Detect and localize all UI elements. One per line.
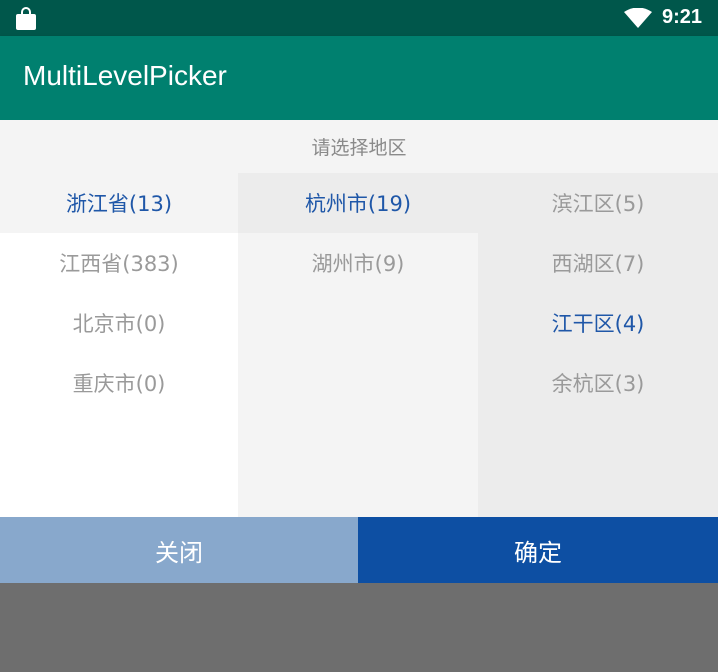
- district-item[interactable]: 滨江区(5): [478, 173, 718, 233]
- district-item[interactable]: 江干区(4): [478, 293, 718, 353]
- confirm-button[interactable]: 确定: [358, 517, 718, 583]
- status-bar: 9:21: [0, 0, 718, 36]
- city-column[interactable]: 杭州市(19) 湖州市(9): [238, 173, 478, 517]
- app-bar: MultiLevelPicker: [0, 36, 718, 120]
- shopping-bag-icon: [16, 7, 36, 30]
- picker-buttons: 关闭 确定: [0, 517, 718, 583]
- district-item[interactable]: 西湖区(7): [478, 233, 718, 293]
- wifi-icon: [624, 8, 652, 28]
- city-item[interactable]: 杭州市(19): [238, 173, 478, 233]
- region-picker-dialog: 请选择地区 浙江省(13) 江西省(383) 北京市(0) 重庆市(0) 杭州市…: [0, 120, 718, 583]
- province-item[interactable]: 北京市(0): [0, 293, 238, 353]
- district-column[interactable]: 滨江区(5) 西湖区(7) 江干区(4) 余杭区(3): [478, 173, 718, 517]
- province-item[interactable]: 江西省(383): [0, 233, 238, 293]
- province-item[interactable]: 浙江省(13): [0, 173, 238, 233]
- province-column[interactable]: 浙江省(13) 江西省(383) 北京市(0) 重庆市(0): [0, 173, 238, 517]
- status-time: 9:21: [662, 6, 703, 28]
- picker-header: 请选择地区: [0, 120, 718, 173]
- close-button[interactable]: 关闭: [0, 517, 358, 583]
- picker-title: 请选择地区: [311, 137, 407, 159]
- province-item[interactable]: 重庆市(0): [0, 353, 238, 413]
- app-title: MultiLevelPicker: [23, 60, 227, 91]
- city-item[interactable]: 湖州市(9): [238, 233, 478, 293]
- district-item[interactable]: 余杭区(3): [478, 353, 718, 413]
